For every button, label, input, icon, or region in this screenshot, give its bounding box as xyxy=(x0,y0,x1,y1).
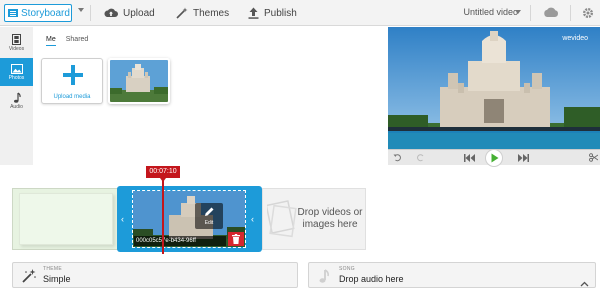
sidebar-item-videos[interactable]: Videos xyxy=(0,29,33,57)
edit-clip-button[interactable]: Edit xyxy=(195,203,223,229)
playhead[interactable] xyxy=(162,180,164,254)
toolbar-divider xyxy=(530,5,531,21)
cathedral-preview-image xyxy=(388,27,600,149)
film-icon xyxy=(12,34,21,45)
wevideo-watermark: wevideo xyxy=(562,35,588,42)
sidebar-item-label: Audio xyxy=(10,104,23,110)
publish-button[interactable]: Publish xyxy=(248,5,297,21)
trim-left-handle[interactable]: ‹ xyxy=(121,214,124,224)
themes-button[interactable]: Themes xyxy=(176,5,229,21)
sidebar-item-label: Photos xyxy=(8,74,25,81)
upload-media-label: Upload media xyxy=(53,94,91,100)
pencil-icon xyxy=(205,207,214,216)
delete-clip-button[interactable] xyxy=(228,232,244,246)
theme-selector[interactable]: THEME Simple xyxy=(12,262,298,288)
storyboard-label: Storyboard xyxy=(21,7,70,19)
toolbar-divider xyxy=(570,5,571,21)
music-note-icon xyxy=(13,92,21,103)
video-title[interactable]: Untitled video xyxy=(463,7,518,17)
video-preview[interactable]: wevideo xyxy=(388,27,600,149)
media-panel: Me Shared Upload media xyxy=(33,27,388,165)
edit-label: Edit xyxy=(204,220,214,226)
cloud-upload-icon xyxy=(104,8,118,17)
title-dropdown-caret[interactable] xyxy=(515,10,521,14)
tab-shared[interactable]: Shared xyxy=(66,36,89,46)
image-icon xyxy=(10,63,23,74)
empty-clip-frame xyxy=(19,193,113,245)
undo-icon[interactable] xyxy=(393,153,402,162)
cathedral-thumbnail-image xyxy=(110,60,168,102)
sidebar: Videos Photos Audio xyxy=(0,27,33,165)
song-value: Drop audio here xyxy=(339,274,404,284)
upload-button[interactable]: Upload xyxy=(104,5,155,21)
upload-media-tile[interactable]: Upload media xyxy=(41,58,103,104)
publish-arrow-icon xyxy=(248,7,259,19)
skip-forward-icon[interactable] xyxy=(518,154,529,162)
skip-back-icon[interactable] xyxy=(464,154,475,162)
cloud-icon[interactable] xyxy=(543,7,559,18)
trash-icon xyxy=(232,234,240,244)
redo-icon[interactable] xyxy=(416,153,425,162)
sidebar-item-audio[interactable]: Audio xyxy=(0,87,33,115)
drop-media-text: Drop videos or images here xyxy=(297,207,363,230)
scissors-icon[interactable] xyxy=(589,153,598,162)
trim-right-handle[interactable]: ‹ xyxy=(251,214,254,224)
media-tabs: Me Shared xyxy=(46,36,98,46)
toolbar-divider xyxy=(90,5,91,21)
tab-me[interactable]: Me xyxy=(46,36,56,46)
timeline-clip-placeholder[interactable] xyxy=(12,188,118,250)
play-icon[interactable] xyxy=(485,149,503,167)
publish-label: Publish xyxy=(264,7,297,19)
theme-small-label: THEME xyxy=(43,266,62,272)
magic-wand-icon xyxy=(176,7,188,19)
drop-media-zone[interactable]: Drop videos or images here xyxy=(262,188,366,250)
song-small-label: SONG xyxy=(339,266,355,272)
clip-thumbnail: Edit 000c05c57e-b434-96ff xyxy=(132,190,246,248)
storyboard-dropdown-caret[interactable] xyxy=(78,8,84,12)
film-frame-decoration-icon xyxy=(267,200,297,238)
chevron-up-icon[interactable] xyxy=(580,281,589,287)
sidebar-item-photos[interactable]: Photos xyxy=(0,58,33,86)
song-selector[interactable]: SONG Drop audio here xyxy=(308,262,596,288)
playhead-timestamp: 00:07:10 xyxy=(146,166,180,182)
player-controls xyxy=(388,149,600,167)
storyboard-icon xyxy=(8,9,18,17)
media-thumbnail[interactable] xyxy=(108,58,170,104)
clip-filename: 000c05c57e-b434-96ff xyxy=(134,236,226,246)
upload-label: Upload xyxy=(123,7,155,19)
music-note-icon xyxy=(319,269,329,283)
top-toolbar: Storyboard Upload Themes Publish Untitle… xyxy=(0,0,600,26)
selected-clip[interactable]: ‹ Edit 000c05c57e-b434-96ff ‹ xyxy=(117,186,262,252)
storyboard-button[interactable]: Storyboard xyxy=(4,4,72,22)
magic-wand-icon xyxy=(22,269,36,283)
sidebar-item-label: Videos xyxy=(8,46,25,52)
plus-icon xyxy=(63,65,83,85)
video-player: wevideo xyxy=(388,27,600,167)
theme-value: Simple xyxy=(43,274,71,284)
themes-label: Themes xyxy=(193,7,230,19)
gear-icon[interactable] xyxy=(582,7,594,19)
